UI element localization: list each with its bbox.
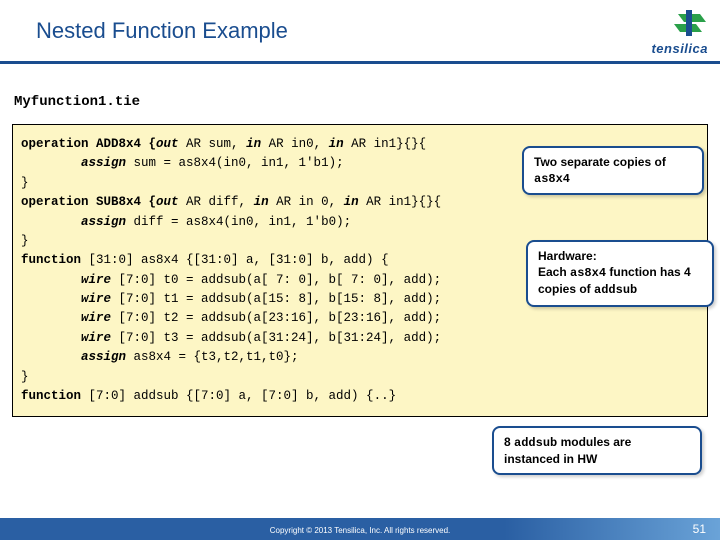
code-text: [7:0] addsub {[7:0] a, [7:0] b, add) {..… xyxy=(81,389,396,403)
callout-text: 8 xyxy=(504,435,514,449)
code-text: AR in1}{}{ xyxy=(359,195,442,209)
slide-footer: Copyright © 2013 Tensilica, Inc. All rig… xyxy=(0,518,720,540)
code-text: [7:0] t3 = addsub(a[31:24], b[31:24], ad… xyxy=(111,331,441,345)
code-kw: wire xyxy=(21,292,111,306)
file-name-label: Myfunction1.tie xyxy=(14,94,140,110)
callout-text: Each xyxy=(538,265,570,279)
callout-text: Hardware: xyxy=(538,249,597,263)
copyright-text: Copyright © 2013 Tensilica, Inc. All rig… xyxy=(270,526,451,535)
code-text: } xyxy=(21,370,29,384)
code-kw: in xyxy=(246,137,261,151)
code-kw: operation ADD8x4 { xyxy=(21,137,156,151)
code-kw: operation SUB8x4 { xyxy=(21,195,156,209)
code-text: AR in1}{}{ xyxy=(344,137,427,151)
code-kw: wire xyxy=(21,273,111,287)
code-kw: assign xyxy=(21,156,126,170)
code-kw: in xyxy=(254,195,269,209)
slide-header: Nested Function Example tensilica xyxy=(0,0,720,64)
logo-icon xyxy=(672,10,708,36)
code-text: } xyxy=(21,176,29,190)
callout-mono: as8x4 xyxy=(534,172,570,186)
code-kw: in xyxy=(344,195,359,209)
code-kw: assign xyxy=(21,350,126,364)
code-text: as8x4 = {t3,t2,t1,t0}; xyxy=(126,350,299,364)
callout-text: Two separate copies of xyxy=(534,155,666,169)
code-text: AR in 0, xyxy=(269,195,344,209)
code-text: AR sum, xyxy=(179,137,247,151)
callout-two-copies: Two separate copies of as8x4 xyxy=(522,146,704,195)
code-kw: out xyxy=(156,137,179,151)
code-text: [7:0] t0 = addsub(a[ 7: 0], b[ 7: 0], ad… xyxy=(111,273,441,287)
code-text: diff = as8x4(in0, in1, 1'b0); xyxy=(126,215,351,229)
code-text: [31:0] as8x4 {[31:0] a, [31:0] b, add) { xyxy=(81,253,389,267)
code-text: sum = as8x4(in0, in1, 1'b1); xyxy=(126,156,344,170)
code-text: [7:0] t2 = addsub(a[23:16], b[23:16], ad… xyxy=(111,311,441,325)
code-text: AR diff, xyxy=(179,195,254,209)
callout-hardware: Hardware: Each as8x4 function has 4 copi… xyxy=(526,240,714,307)
callout-eight-modules: 8 addsub modules are instanced in HW xyxy=(492,426,702,475)
code-kw: wire xyxy=(21,311,111,325)
callout-mono: addsub xyxy=(594,283,637,297)
code-text: } xyxy=(21,234,29,248)
callout-mono: addsub xyxy=(514,436,557,450)
code-kw: wire xyxy=(21,331,111,345)
code-text: AR in0, xyxy=(261,137,329,151)
code-text: [7:0] t1 = addsub(a[15: 8], b[15: 8], ad… xyxy=(111,292,441,306)
page-number: 51 xyxy=(693,522,706,536)
page-title: Nested Function Example xyxy=(36,18,288,44)
code-kw: function xyxy=(21,253,81,267)
code-kw: out xyxy=(156,195,179,209)
brand-logo: tensilica xyxy=(651,10,708,56)
code-kw: function xyxy=(21,389,81,403)
code-kw: assign xyxy=(21,215,126,229)
callout-mono: as8x4 xyxy=(570,266,606,280)
code-kw: in xyxy=(329,137,344,151)
logo-text: tensilica xyxy=(651,41,708,56)
